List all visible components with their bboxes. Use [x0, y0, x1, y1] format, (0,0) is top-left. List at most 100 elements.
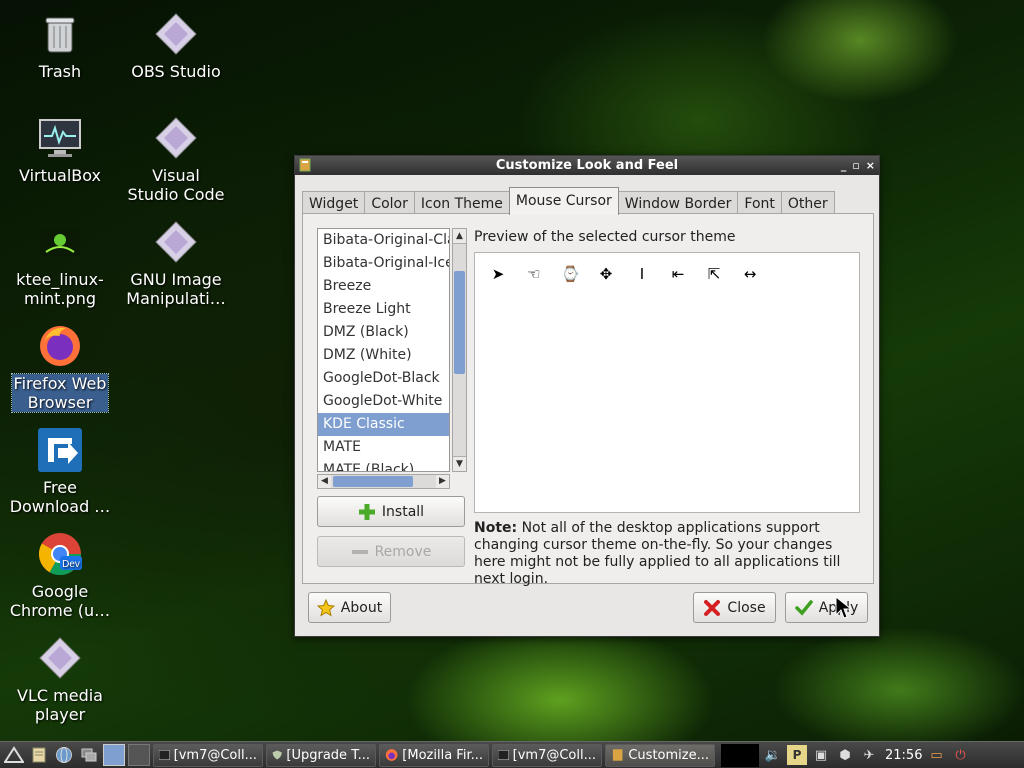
tab-icon-theme[interactable]: Icon Theme — [413, 191, 510, 215]
desktop-icon-vlc[interactable]: VLC media player — [5, 634, 115, 724]
desktop-icon-label: Visual Studio Code — [127, 166, 225, 204]
arrow-cursor-icon: ➤ — [491, 265, 505, 283]
install-button[interactable]: Install — [317, 496, 465, 527]
volume-icon[interactable]: 🔉 — [763, 745, 783, 765]
list-item[interactable]: GoogleDot-Black — [318, 367, 449, 390]
desktop-icon-trash[interactable]: Trash — [5, 10, 115, 81]
taskbar-task-firefox[interactable]: [Mozilla Fir... — [379, 743, 489, 767]
list-item[interactable]: MATE (Black) — [318, 459, 449, 471]
star-icon — [316, 598, 335, 617]
desktop-icon-label: Free Download … — [9, 478, 111, 516]
close-icon — [704, 599, 721, 616]
taskbar: [vm7@Coll... [Upgrade T... [Mozilla Fir.… — [0, 741, 1024, 768]
install-label: Install — [381, 503, 425, 520]
close-window-button[interactable]: × — [866, 156, 875, 175]
left-edge-cursor-icon: ⇤ — [671, 265, 685, 283]
minimize-button[interactable]: _ — [841, 156, 847, 175]
app-diamond-icon — [155, 221, 197, 263]
note-label: Note: — [474, 520, 518, 536]
update-manager-icon[interactable]: ⬢ — [835, 745, 855, 765]
tab-other[interactable]: Other — [780, 191, 835, 215]
scroll-thumb[interactable] — [333, 476, 413, 487]
apply-button[interactable]: Apply — [785, 592, 868, 623]
scroll-right-arrow-icon[interactable]: ▶ — [436, 475, 449, 488]
scroll-thumb[interactable] — [454, 271, 465, 374]
terminal-icon — [498, 750, 509, 760]
clock[interactable]: 21:56 — [885, 748, 922, 763]
remove-button[interactable]: Remove — [317, 536, 465, 567]
maximize-button[interactable]: ▫ — [852, 156, 859, 175]
desktop-icon-virtualbox[interactable]: VirtualBox — [5, 114, 115, 185]
move-cursor-icon: ✥ — [599, 265, 613, 283]
desktop-icon-google-chrome[interactable]: Dev Google Chrome (u… — [5, 530, 115, 620]
workspace-1[interactable] — [103, 744, 125, 766]
task-label: Customize... — [628, 747, 709, 763]
system-monitor-graph — [721, 743, 759, 767]
task-label: [Upgrade T... — [286, 747, 370, 763]
cursor-preview-area: ➤ ☜ ⌚ ✥ I ⇤ ⇱ ↔ — [474, 252, 860, 513]
window-titlebar[interactable]: Customize Look and Feel _ ▫ × — [295, 156, 879, 175]
monitor-icon — [39, 119, 81, 157]
desktop-icon-vscode[interactable]: Visual Studio Code — [121, 114, 231, 204]
taskbar-task-terminal[interactable]: [vm7@Coll... — [153, 743, 263, 767]
cursor-theme-list[interactable]: Bibata-Original-Cla Bibata-Original-Ice … — [317, 228, 450, 472]
desktop-icon-ktee-image[interactable]: ktee_linux- mint.png — [5, 218, 115, 308]
file-manager-launcher[interactable] — [28, 744, 50, 766]
start-menu-icon — [4, 746, 24, 763]
firefox-icon — [385, 749, 398, 761]
shield-icon — [272, 750, 282, 760]
workspace-2[interactable] — [128, 744, 150, 766]
list-item[interactable]: DMZ (White) — [318, 344, 449, 367]
terminal-icon — [159, 750, 170, 760]
desktop-icon-label: GNU Image Manipulati… — [126, 270, 226, 308]
list-item-selected[interactable]: KDE Classic — [318, 413, 449, 436]
watch-cursor-icon: ⌚ — [561, 265, 580, 283]
scroll-down-arrow-icon[interactable]: ▼ — [453, 456, 466, 471]
list-item[interactable]: GoogleDot-White — [318, 390, 449, 413]
taskbar-task-customize[interactable]: Customize... — [605, 743, 715, 767]
preview-label: Preview of the selected cursor theme — [474, 229, 736, 245]
list-item[interactable]: Breeze Light — [318, 298, 449, 321]
about-button[interactable]: About — [308, 592, 391, 623]
list-item[interactable]: MATE — [318, 436, 449, 459]
taskbar-task-terminal-2[interactable]: [vm7@Coll... — [492, 743, 602, 767]
logout-icon[interactable]: ⏻ — [950, 745, 970, 765]
image-thumbnail-icon — [40, 228, 80, 256]
desktop-icon-obs-studio[interactable]: OBS Studio — [121, 10, 231, 81]
tab-mouse-cursor[interactable]: Mouse Cursor — [508, 187, 619, 215]
p-indicator-icon[interactable]: P — [787, 745, 807, 765]
list-horizontal-scrollbar[interactable]: ◀ ▶ — [317, 474, 450, 489]
scroll-up-arrow-icon[interactable]: ▲ — [453, 229, 466, 244]
taskbar-task-upgrade[interactable]: [Upgrade T... — [266, 743, 376, 767]
download-manager-icon — [38, 428, 82, 472]
desktop-icon-label: Trash — [38, 62, 82, 81]
tab-color[interactable]: Color — [364, 191, 415, 215]
desktop-icon-label: Firefox Web Browser — [10, 373, 110, 413]
task-label: [vm7@Coll... — [173, 747, 257, 763]
scroll-left-arrow-icon[interactable]: ◀ — [318, 475, 331, 488]
start-menu-button[interactable] — [3, 744, 25, 766]
windows-icon — [81, 748, 97, 762]
network-icon[interactable]: ✈ — [859, 745, 879, 765]
hand-cursor-icon: ☜ — [527, 265, 541, 283]
list-item[interactable]: Bibata-Original-Ice — [318, 252, 449, 275]
list-item[interactable]: Breeze — [318, 275, 449, 298]
close-button[interactable]: Close — [693, 592, 776, 623]
tab-window-border[interactable]: Window Border — [617, 191, 739, 215]
browser-launcher[interactable] — [53, 744, 75, 766]
desktop-icon-label: OBS Studio — [131, 62, 221, 81]
tab-widget[interactable]: Widget — [302, 191, 366, 215]
list-item[interactable]: Bibata-Original-Cla — [318, 229, 449, 252]
tab-font[interactable]: Font — [737, 191, 782, 215]
screen-icon[interactable]: ▭ — [926, 745, 946, 765]
list-vertical-scrollbar[interactable]: ▲ ▼ — [452, 228, 467, 472]
show-desktop-launcher[interactable] — [78, 744, 100, 766]
desktop-icon-free-download-manager[interactable]: Free Download … — [5, 426, 115, 516]
minus-icon — [351, 549, 368, 554]
list-item[interactable]: DMZ (Black) — [318, 321, 449, 344]
clipboard-icon[interactable]: ▣ — [811, 745, 831, 765]
desktop-icon-firefox[interactable]: Firefox Web Browser — [5, 322, 115, 413]
remove-label: Remove — [374, 543, 432, 560]
trash-icon — [45, 17, 75, 53]
desktop-icon-gimp[interactable]: GNU Image Manipulati… — [121, 218, 231, 308]
